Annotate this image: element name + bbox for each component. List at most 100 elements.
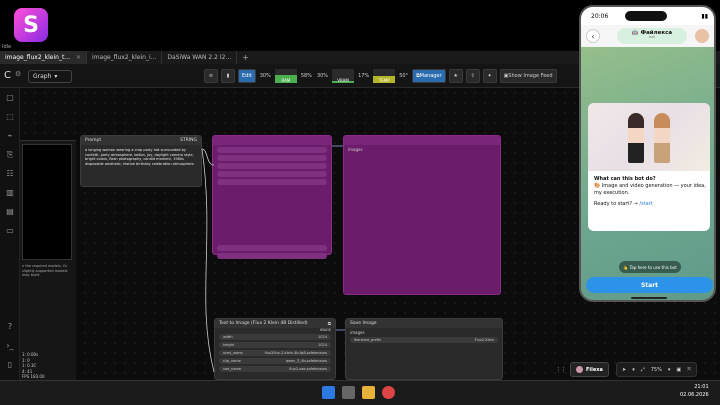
tab-workflow-2[interactable]: image_flux2_klein_i... xyxy=(87,51,163,64)
fit-view-icon[interactable]: ⤢ xyxy=(641,367,645,373)
bypassed-node-2[interactable]: images xyxy=(343,135,501,295)
widget-row[interactable] xyxy=(217,171,327,177)
node-header[interactable] xyxy=(213,136,331,145)
drag-handle-icon[interactable]: ⋮⋮ xyxy=(556,367,566,373)
workflows-icon[interactable]: ⎘ xyxy=(0,145,20,164)
edit-button[interactable]: Edit xyxy=(238,69,256,83)
battery-icon: ▮▮ xyxy=(701,12,708,20)
clip-widget[interactable]: clip_name qwen_3_4b.safetensors xyxy=(219,358,331,364)
dynamic-island xyxy=(625,11,667,21)
subgraph-icon[interactable]: ⧉ xyxy=(328,321,331,327)
unet-widget[interactable]: unet_name flux2flux-2-klein-4b-fp8.safete… xyxy=(219,350,331,356)
nodes-icon[interactable]: ⌁ xyxy=(0,126,20,145)
tab-workflow-3[interactable]: DaSiWa WAN 2.2 I2... xyxy=(162,51,238,64)
workflow-icon[interactable]: ⚙ xyxy=(15,70,21,78)
render-stats: 1: 0.00s 1: 0 1: 0.3C 4: 41 FPS 183.00 xyxy=(22,352,45,380)
bypassed-node-1[interactable] xyxy=(212,135,332,259)
chevron-down-icon[interactable]: ▾ xyxy=(668,367,671,373)
use-bot-tooltip[interactable]: 👆 Tap here to use this bot xyxy=(619,261,681,273)
tab-workflow-1[interactable]: image_flux2_klein_t... ✕ xyxy=(0,51,88,64)
bot-subtitle: bot xyxy=(649,35,655,40)
back-arrow-icon[interactable]: ‹ xyxy=(586,29,600,43)
puzzle-icon[interactable]: ✦ xyxy=(482,69,497,83)
pointer-icon[interactable]: ➤ xyxy=(622,367,626,373)
folder-icon[interactable] xyxy=(362,386,375,399)
start-menu-icon[interactable] xyxy=(322,386,335,399)
new-tab-button[interactable]: + xyxy=(237,53,254,62)
images-input-slot[interactable]: images xyxy=(348,147,496,152)
user-chip[interactable]: Filexa xyxy=(570,362,609,377)
widget-value: flux2-vae.safetensors xyxy=(289,367,327,371)
save-image-node[interactable]: Save Image images filename_prefix Flux2-K… xyxy=(345,318,503,380)
start-command-link[interactable]: /start xyxy=(639,201,652,207)
text-to-image-node[interactable]: Text to Image (Flux 2 Klein 4B Distilled… xyxy=(214,318,336,380)
minimap-icon[interactable]: ▣ xyxy=(676,367,681,373)
images-icon[interactable]: ▢ xyxy=(0,88,20,107)
tab-label: image_flux2_klein_i... xyxy=(92,54,157,61)
browser-icon[interactable] xyxy=(382,386,395,399)
window-label: Idle xyxy=(2,44,12,50)
widget-value: 1024 xyxy=(318,335,327,339)
ready-text: Ready to start? → xyxy=(594,201,640,208)
system-clock[interactable]: 21:01 02.06.2026 xyxy=(680,384,709,399)
widget-value: flux2flux-2-klein-4b-fp8.safetensors xyxy=(264,351,327,355)
queue-icon[interactable]: ▤ xyxy=(0,202,20,221)
bot-preview-image xyxy=(588,103,710,171)
widget-row[interactable] xyxy=(217,179,327,185)
star-icon[interactable]: ★ xyxy=(448,69,463,83)
logs-icon[interactable]: ▭ xyxy=(0,221,20,240)
image-preview xyxy=(22,144,72,260)
filename-prefix-widget[interactable]: filename_prefix Flux2-Klein xyxy=(350,337,498,343)
node-header[interactable]: Save Image xyxy=(346,319,502,328)
chart-icon[interactable]: ▥ xyxy=(0,183,20,202)
image-feed-button[interactable]: ▣ Show Image Feed xyxy=(499,69,557,83)
prompt-node[interactable]: Prompt STRING a longing woman wearing a c… xyxy=(80,135,202,187)
models-icon[interactable]: ⬚ xyxy=(0,107,20,126)
vram-percent: 17% xyxy=(358,73,370,79)
widget-row[interactable] xyxy=(217,245,327,251)
help-icon[interactable]: ? xyxy=(0,317,20,336)
node-title: Save Image xyxy=(350,321,377,326)
widget-name: filename_prefix xyxy=(354,338,382,342)
temp-value: 50° xyxy=(399,73,409,79)
bottom-controls: ⋮⋮ Filexa xyxy=(556,362,609,377)
height-widget[interactable]: height 1024 xyxy=(219,342,331,348)
bookmark-icon[interactable]: ▮ xyxy=(221,69,235,83)
vram-label: VRAM xyxy=(337,78,349,83)
bot-title[interactable]: 🤖 Файлекса bot xyxy=(617,28,687,44)
image-output-slot[interactable]: IMAGE xyxy=(215,328,335,332)
share-icon[interactable]: ⇪ xyxy=(465,69,480,83)
panel-icon[interactable]: ▯ xyxy=(0,355,20,374)
node-header[interactable]: Prompt STRING xyxy=(81,136,201,145)
phone-time: 20:06 xyxy=(591,12,609,20)
node-header[interactable]: Text to Image (Flux 2 Klein 4B Distilled… xyxy=(215,319,335,328)
left-sidebar: ▢ ⬚ ⌁ ⎘ ☷ ▥ ▤ ▭ ? ›_ ▯ ⚙ xyxy=(0,88,20,388)
bot-intro-card: What can this bot do? 🎨 Image and video … xyxy=(588,103,710,231)
widget-row[interactable] xyxy=(217,155,327,161)
app-logo: S xyxy=(14,8,48,42)
vae-widget[interactable]: vae_name flux2-vae.safetensors xyxy=(219,366,331,372)
explorer-icon[interactable] xyxy=(342,386,355,399)
user-name: Filexa xyxy=(586,366,603,373)
stack-icon[interactable]: ≡ xyxy=(204,69,218,83)
images-input-slot[interactable]: images xyxy=(350,330,498,335)
link-visibility-icon[interactable]: ⤧ xyxy=(687,367,691,373)
widget-row[interactable] xyxy=(217,163,327,169)
graph-menu-button[interactable]: Graph ▾ xyxy=(28,70,72,83)
close-icon[interactable]: ✕ xyxy=(76,54,81,61)
bot-avatar[interactable] xyxy=(695,29,709,43)
start-button[interactable]: Start xyxy=(586,277,713,293)
widget-row[interactable] xyxy=(217,147,327,153)
zoom-level[interactable]: 75% xyxy=(651,367,662,373)
node-header[interactable] xyxy=(344,136,500,145)
chevron-down-icon[interactable]: ▾ xyxy=(632,367,635,373)
prompt-textarea[interactable]: a longing woman wearing a crop party hat… xyxy=(81,145,201,170)
bot-description-text: 🎨 Image and video generation — your idea… xyxy=(594,182,706,196)
widget-value: Flux2-Klein xyxy=(474,338,494,342)
output-slot[interactable]: STRING xyxy=(180,138,197,143)
templates-icon[interactable]: ☷ xyxy=(0,164,20,183)
manager-button[interactable]: ⧉ Manager xyxy=(412,69,446,83)
width-widget[interactable]: width 1024 xyxy=(219,334,331,340)
widget-row[interactable] xyxy=(217,253,327,259)
terminal-icon[interactable]: ›_ xyxy=(0,336,20,355)
